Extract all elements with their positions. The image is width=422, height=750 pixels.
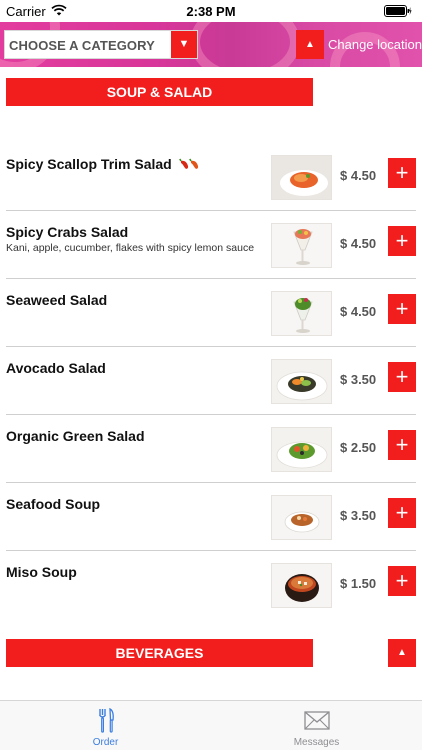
- thumb-seaweed-salad: [271, 291, 332, 336]
- menu-item-name: Organic Green Salad: [6, 428, 145, 444]
- menu-item[interactable]: Organic Green Salad $ 2.50 +: [0, 415, 422, 483]
- add-to-order-button[interactable]: +: [388, 430, 416, 460]
- add-to-order-button[interactable]: +: [388, 362, 416, 392]
- section-header-soup-salad[interactable]: SOUP & SALAD: [6, 78, 313, 106]
- menu-item-description: Kani, apple, cucumber, flakes with spicy…: [6, 242, 255, 254]
- menu-item-name: Seafood Soup: [6, 496, 101, 512]
- status-bar: Carrier 2:38 PM: [0, 0, 422, 22]
- tab-messages-label: Messages: [293, 737, 340, 748]
- menu-item[interactable]: Spicy Crabs Salad Kani, apple, cucumber,…: [0, 211, 422, 279]
- add-to-order-button[interactable]: +: [388, 158, 416, 188]
- app-root: Carrier 2:38 PM CHOOSE A CATEGORY ▼ ▲ Ch…: [0, 0, 422, 750]
- menu-item[interactable]: Spicy Scallop Trim Salad $ 4.50 +: [0, 143, 422, 211]
- menu-item-name: Spicy Crabs Salad: [6, 224, 129, 240]
- change-location-label[interactable]: Change location: [328, 37, 422, 52]
- header-decoration: [190, 22, 300, 67]
- category-dropdown[interactable]: CHOOSE A CATEGORY ▼: [4, 30, 198, 59]
- change-location-button[interactable]: ▲ Change location: [296, 30, 422, 59]
- thumb-green-salad: [271, 427, 332, 472]
- thumb-avocado-salad: [271, 359, 332, 404]
- menu-item-price: $ 2.50: [340, 440, 377, 455]
- thumb-scallop-salad: [271, 155, 332, 200]
- menu-item[interactable]: Miso Soup $ 1.50 +: [0, 551, 422, 619]
- menu-item-name: Seaweed Salad: [6, 292, 108, 308]
- menu-item-price: $ 1.50: [340, 576, 377, 591]
- menu-item-name: Spicy Scallop Trim Salad: [6, 156, 172, 172]
- add-to-order-button[interactable]: +: [388, 226, 416, 256]
- battery-icon: [384, 5, 412, 17]
- add-to-order-button[interactable]: +: [388, 294, 416, 324]
- chevron-down-icon[interactable]: ▼: [171, 31, 197, 58]
- expand-section-button[interactable]: ▲: [388, 639, 416, 667]
- menu-item-price: $ 4.50: [340, 168, 377, 183]
- header-bar: CHOOSE A CATEGORY ▼ ▲ Change location: [0, 22, 422, 67]
- chevron-up-icon[interactable]: ▲: [296, 30, 324, 59]
- menu-item-name-row: Spicy Scallop Trim Salad: [6, 156, 202, 172]
- category-dropdown-value: CHOOSE A CATEGORY: [9, 38, 155, 53]
- thumb-crab-salad: [271, 223, 332, 268]
- menu-item[interactable]: Seaweed Salad $ 4.50 +: [0, 279, 422, 347]
- thumb-seafood-soup: [271, 495, 332, 540]
- add-to-order-button[interactable]: +: [388, 566, 416, 596]
- tab-order[interactable]: Order: [0, 701, 211, 750]
- tab-order-label: Order: [92, 737, 119, 748]
- section-header-beverages[interactable]: BEVERAGES: [6, 639, 313, 667]
- chili-pepper-icon: [178, 158, 198, 169]
- status-time: 2:38 PM: [186, 4, 236, 19]
- envelope-icon: [304, 711, 330, 730]
- thumb-miso-soup: [271, 563, 332, 608]
- menu-item-price: $ 4.50: [340, 236, 377, 251]
- tab-bar: Order Messages: [0, 700, 422, 750]
- menu-list: Spicy Scallop Trim Salad $ 4.50 + Spicy …: [0, 143, 422, 619]
- add-to-order-button[interactable]: +: [388, 498, 416, 528]
- menu-item[interactable]: Avocado Salad $ 3.50 +: [0, 347, 422, 415]
- fork-knife-icon: [98, 707, 114, 733]
- tab-messages[interactable]: Messages: [211, 701, 422, 750]
- menu-item-name: Avocado Salad: [6, 360, 106, 376]
- menu-item[interactable]: Seafood Soup $ 3.50 +: [0, 483, 422, 551]
- menu-item-price: $ 3.50: [340, 372, 377, 387]
- menu-item-price: $ 3.50: [340, 508, 377, 523]
- menu-item-name: Miso Soup: [6, 564, 77, 580]
- menu-item-price: $ 4.50: [340, 304, 377, 319]
